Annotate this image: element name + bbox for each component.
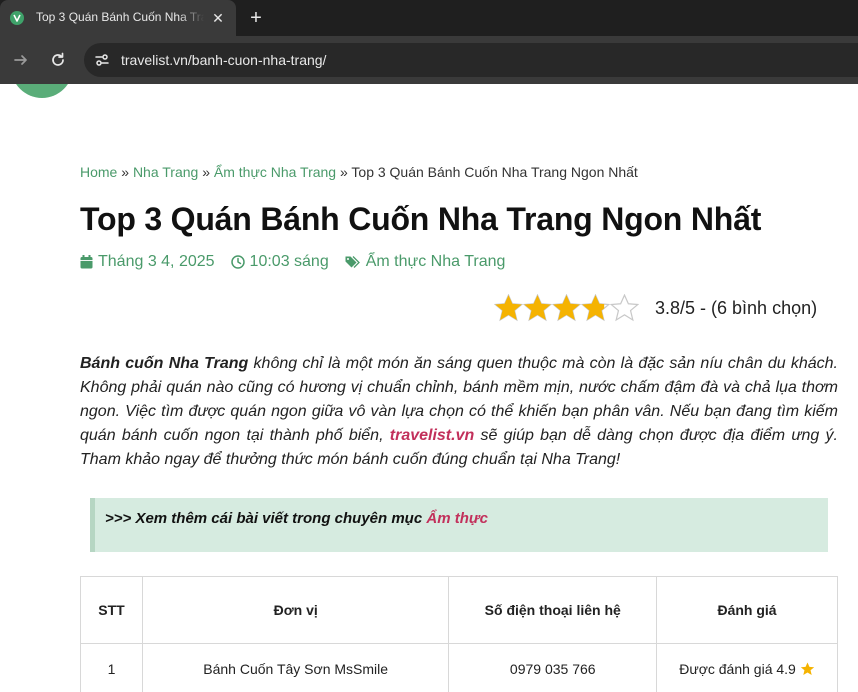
breadcrumb-current: Top 3 Quán Bánh Cuốn Nha Trang Ngon Nhất [351,164,638,180]
callout-category-link[interactable]: Ẩm thực [426,510,488,527]
star-icon[interactable] [581,294,610,322]
breadcrumb: Home » Nha Trang » Ẩm thực Nha Trang » T… [80,164,638,180]
table-row: 1 Bánh Cuốn Tây Sơn MsSmile 0979 035 766… [80,643,838,692]
plus-icon[interactable]: + [246,8,266,28]
forward-arrow-icon[interactable] [11,50,31,70]
rating-text: 3.8/5 - (6 bình chọn) [655,297,818,318]
reload-icon[interactable] [48,50,68,70]
table-cell-phone: 0979 035 766 [448,643,658,692]
tab-title: Top 3 Quán Bánh Cuốn Nha Trang Ngon Nhất [36,10,204,24]
table-cell-stt: 1 [80,643,143,692]
site-logo[interactable] [11,84,73,98]
shop-table: STT Đơn vị Số điện thoại liên hệ Đánh gi… [80,576,838,692]
tags-icon [345,255,361,269]
intro-paragraph: Bánh cuốn Nha Trang không chỉ là một món… [80,352,838,472]
table-header-rating: Đánh giá [656,576,838,644]
browser-tab[interactable]: Top 3 Quán Bánh Cuốn Nha Trang Ngon Nhất… [0,0,236,36]
post-time-text: 10:03 sáng [249,253,329,270]
star-icon[interactable] [523,294,552,322]
address-bar[interactable]: travelist.vn/banh-cuon-nha-trang/ [84,43,858,77]
post-date-text: Tháng 3 4, 2025 [98,253,215,270]
table-header-row: STT Đơn vị Số điện thoại liên hệ Đánh gi… [80,576,838,644]
close-icon[interactable]: ✕ [210,10,226,26]
table-cell-unit: Bánh Cuốn Tây Sơn MsSmile [141,643,450,692]
intro-lead: Bánh cuốn Nha Trang [80,355,249,372]
breadcrumb-city-link[interactable]: Nha Trang [133,164,198,180]
browser-tabstrip: Top 3 Quán Bánh Cuốn Nha Trang Ngon Nhất… [0,0,858,36]
url-text[interactable]: travelist.vn/banh-cuon-nha-trang/ [121,52,326,68]
brand-link[interactable]: travelist.vn [390,427,474,444]
table-header-unit: Đơn vị [141,576,450,644]
breadcrumb-category-link[interactable]: Ẩm thực Nha Trang [214,164,336,180]
table-header-phone: Số điện thoại liên hệ [448,576,658,644]
callout-label: >>> Xem thêm cái bài viết trong chuyên m… [105,510,427,527]
breadcrumb-separator: » [336,164,352,180]
table-cell-rating-text: Được đánh giá 4.9 [679,660,796,677]
callout-text: >>> Xem thêm cái bài viết trong chuyên m… [105,510,488,527]
post-time[interactable]: 10:03 sáng [230,253,329,271]
page-title: Top 3 Quán Bánh Cuốn Nha Trang Ngon Nhất [80,201,762,237]
star-icon [800,661,815,675]
breadcrumb-separator: » [117,164,133,180]
browser-toolbar: travelist.vn/banh-cuon-nha-trang/ [0,36,858,84]
star-icon[interactable] [494,294,523,322]
post-date[interactable]: Tháng 3 4, 2025 [80,253,215,271]
breadcrumb-separator: » [198,164,214,180]
star-rating: 3.8/5 - (6 bình chọn) [494,293,817,323]
star-icon[interactable] [610,294,639,322]
calendar-icon [80,255,93,269]
clock-icon [230,255,245,269]
star-icon[interactable] [552,294,581,322]
breadcrumb-home-link[interactable]: Home [80,164,117,180]
web-page: Home » Nha Trang » Ẩm thực Nha Trang » T… [0,84,858,692]
post-meta: Tháng 3 4, 2025 10:03 sáng Ẩm thực Nha T… [80,252,521,272]
table-header-stt: STT [80,576,143,644]
related-callout: >>> Xem thêm cái bài viết trong chuyên m… [90,498,828,552]
site-settings-icon[interactable] [92,50,112,70]
rating-stars[interactable] [494,294,639,322]
post-category[interactable]: Ẩm thực Nha Trang [345,253,506,271]
table-cell-rating: Được đánh giá 4.9 [656,643,838,692]
post-category-text: Ẩm thực Nha Trang [365,253,506,270]
site-favicon-icon [10,11,24,25]
